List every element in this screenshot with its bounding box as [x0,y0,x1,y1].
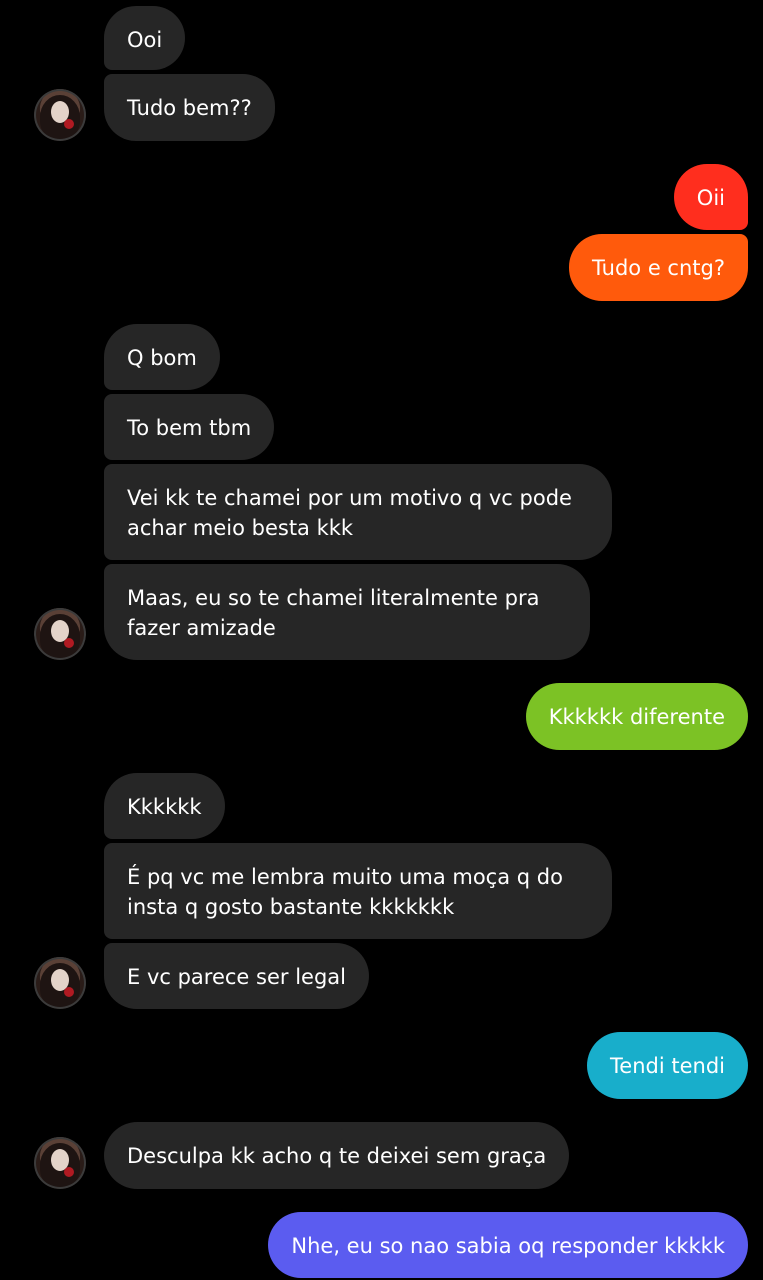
avatar-ring [34,957,86,1009]
contact-avatar[interactable] [34,1137,86,1189]
received-message[interactable]: Desculpa kk acho q te deixei sem graça [104,1122,570,1189]
received-message[interactable]: Kkkkkk [104,773,225,839]
received-message[interactable]: E vc parece ser legal [104,943,369,1009]
sent-message[interactable]: Tendi tendi [587,1032,748,1099]
contact-avatar[interactable] [34,957,86,1009]
received-message[interactable]: Tudo bem?? [104,74,275,141]
contact-avatar[interactable] [34,608,86,660]
received-message[interactable]: Vei kk te chamei por um motivo q vc pode… [104,464,612,560]
contact-avatar[interactable] [34,89,86,141]
avatar-ring [34,1137,86,1189]
avatar-ring [34,608,86,660]
received-message[interactable]: É pq vc me lembra muito uma moça q do in… [104,843,612,939]
avatar-ring [34,89,86,141]
sent-message[interactable]: Tudo e cntg? [569,234,748,301]
received-message[interactable]: To bem tbm [104,394,275,460]
received-message[interactable]: Q bom [104,324,220,390]
sent-message[interactable]: Oii [673,164,748,230]
received-message[interactable]: Ooi [104,6,186,70]
received-message[interactable]: Maas, eu so te chamei literalmente pra f… [104,564,590,660]
sent-message[interactable]: Nhe, eu so nao sabia oq responder kkkkk [268,1212,748,1278]
sent-message[interactable]: Kkkkkk diferente [525,683,748,750]
